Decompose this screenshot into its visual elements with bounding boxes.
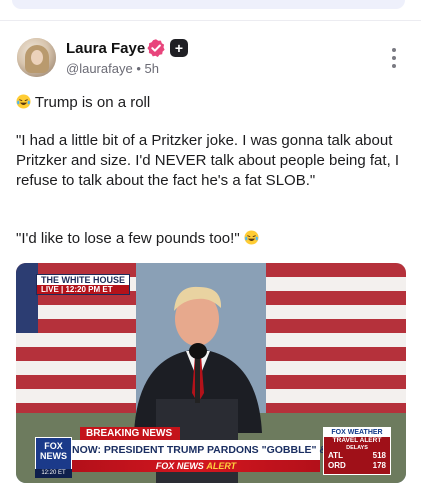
fox-time: 12:20 ET [35, 469, 72, 478]
author-handle[interactable]: @laurafaye [66, 61, 133, 76]
fox-news-alert-bar: FOX NEWS ALERT [72, 460, 320, 472]
post-text-intro: Trump is on a roll [34, 94, 151, 111]
white-house-label: THE WHITE HOUSE [41, 275, 126, 285]
laughing-tears-emoji-icon [16, 94, 31, 109]
author-meta: @laurafaye • 5h [66, 61, 159, 76]
white-house-live-tag: THE WHITE HOUSE LIVE | 12:20 PM ET [36, 274, 131, 295]
post-text-line-1: Trump is on a roll [16, 93, 408, 113]
video-thumbnail[interactable]: THE WHITE HOUSE LIVE | 12:20 PM ET BREAK… [16, 263, 406, 483]
verified-check-icon [147, 39, 165, 57]
weather-row-2: ORD 178 [324, 461, 390, 471]
breaking-news-label: BREAKING NEWS [80, 427, 180, 440]
previous-post-footer [12, 0, 405, 9]
meta-separator: • [136, 61, 141, 76]
fox-weather-panel: FOX WEATHER TRAVEL ALERT DELAYS ATL 518 … [323, 427, 391, 475]
post-text-line-3: "I'd like to lose a few pounds too!" [16, 229, 408, 249]
alert-brand: FOX NEWS [155, 461, 204, 471]
more-vertical-icon[interactable] [389, 48, 399, 68]
post-quote-followup: "I'd like to lose a few pounds too!" [16, 230, 240, 247]
author-name[interactable]: Laura Faye [66, 40, 145, 57]
weather-alert: TRAVEL ALERT [332, 437, 382, 444]
fox-logo-bottom: NEWS [40, 451, 67, 461]
news-headline: NOW: PRESIDENT TRUMP PARDONS "GOBBLE" & … [72, 440, 385, 460]
weather-city-1: ATL [328, 451, 343, 460]
live-time-label: LIVE | 12:20 PM ET [37, 285, 130, 294]
weather-brand: FOX WEATHER [324, 428, 390, 437]
weather-value-1: 518 [372, 451, 386, 460]
post-divider [0, 20, 421, 21]
plus-badge-icon: + [170, 39, 188, 57]
fox-news-logo: FOX NEWS [35, 437, 72, 471]
weather-value-2: 178 [372, 461, 386, 470]
post-time[interactable]: 5h [145, 61, 159, 76]
weather-city-2: ORD [328, 461, 346, 470]
alert-word: ALERT [206, 461, 237, 471]
author-avatar[interactable] [17, 38, 56, 77]
laughing-tears-emoji-icon [244, 230, 259, 245]
fox-logo-top: FOX [44, 441, 63, 451]
weather-row-1: ATL 518 [324, 451, 390, 461]
post-quote: "I had a little bit of a Pritzker joke. … [16, 132, 400, 189]
